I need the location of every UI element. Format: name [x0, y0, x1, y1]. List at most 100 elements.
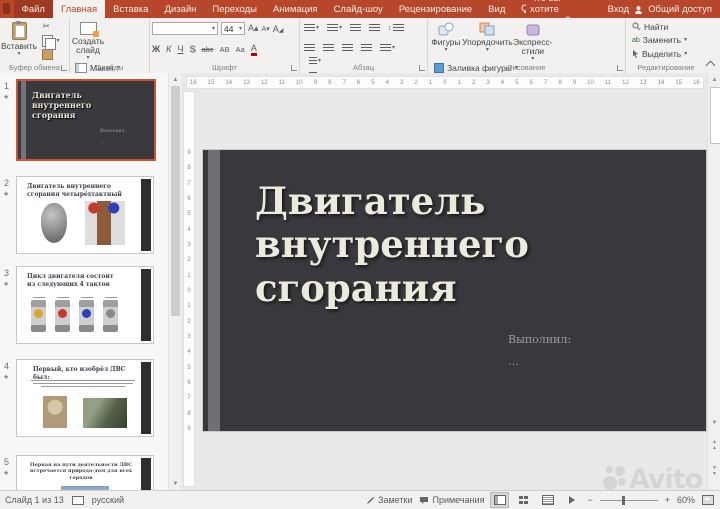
bullets-button[interactable]: ▾	[302, 23, 321, 34]
tab-file[interactable]: Файл	[13, 0, 53, 18]
align-center-button[interactable]	[321, 43, 336, 54]
zoom-out-button[interactable]: −	[587, 495, 592, 505]
notes-toggle[interactable]: Заметки	[366, 495, 412, 505]
justify-button[interactable]	[359, 43, 374, 54]
strikethrough-button[interactable]: abc	[201, 45, 213, 54]
zoom-slider-thumb[interactable]	[621, 495, 625, 505]
cut-button[interactable]: ✂	[42, 21, 50, 32]
line-spacing-button[interactable]: ↕	[386, 23, 406, 34]
slideshow-button[interactable]	[563, 493, 580, 507]
font-dialog-launcher[interactable]	[291, 65, 297, 71]
new-slide-button[interactable]: Создать слайд ▾	[72, 20, 104, 61]
character-spacing-button[interactable]: АВ	[220, 45, 230, 54]
status-bar: Слайд 1 из 13 русский Заметки Примечания…	[0, 490, 720, 509]
tab-transitions[interactable]: Переходы	[204, 0, 265, 18]
share-button[interactable]: Общий доступ	[648, 4, 712, 15]
slide-byline-value[interactable]: …	[508, 356, 520, 368]
decrease-font-button[interactable]: А▾	[262, 25, 270, 33]
thumbnail-scroll-up-icon[interactable]: ▲	[169, 74, 182, 85]
slide-sorter-button[interactable]	[515, 493, 532, 507]
main-scroll-down-icon[interactable]: ▼	[708, 417, 720, 428]
tab-insert[interactable]: Вставка	[105, 0, 156, 18]
next-slide-button[interactable]: ▼ ▼	[708, 465, 720, 478]
thumbnail-scrollbar[interactable]: ▲ ▼	[168, 73, 181, 490]
zoom-level[interactable]: 60%	[677, 495, 695, 505]
sign-in-button[interactable]: Вход	[608, 4, 630, 15]
indent-decrease-button[interactable]	[348, 23, 363, 34]
align-right-icon	[342, 43, 353, 53]
comments-toggle[interactable]: Примечания	[419, 495, 484, 505]
quick-styles-label: Экспресс-стили	[512, 37, 553, 56]
main-scrollbar-thumb[interactable]	[710, 87, 720, 144]
find-button[interactable]: Найти	[632, 20, 687, 33]
new-slide-icon	[79, 22, 99, 37]
paste-button[interactable]: Вставить ▾	[1, 20, 37, 61]
tab-home[interactable]: Главная	[52, 0, 106, 18]
tab-animations[interactable]: Анимация	[265, 0, 326, 18]
align-left-button[interactable]	[302, 43, 317, 54]
slide-5-dark-bar	[141, 458, 151, 490]
underline-button[interactable]: Ч	[177, 44, 183, 54]
clear-formatting-button[interactable]: А◢	[273, 24, 284, 34]
arrange-button[interactable]: Упорядочить ▾	[462, 20, 513, 61]
columns-caret-icon: ▾	[392, 45, 396, 51]
quick-styles-button[interactable]: Экспресс-стили ▾	[513, 21, 553, 62]
copy-button[interactable]	[42, 34, 57, 50]
tab-review[interactable]: Рецензирование	[391, 0, 480, 18]
zoom-slider[interactable]	[599, 495, 658, 505]
drawing-dialog-launcher[interactable]	[617, 65, 623, 71]
language-indicator[interactable]: русский	[92, 495, 124, 505]
zoom-in-button[interactable]: +	[665, 495, 670, 505]
previous-slide-button[interactable]: ▲ ▲	[708, 439, 720, 452]
tab-view[interactable]: Вид	[480, 0, 513, 18]
thumbnail-slide-2[interactable]: 2 ★ Двигатель внутреннего сгорания четыр…	[3, 176, 156, 254]
paragraph-dialog-launcher[interactable]	[419, 65, 425, 71]
change-case-button[interactable]: Аа	[236, 45, 245, 54]
thumbnail-slide-3[interactable]: 3 ★ Цикл двигателя состоит из следующих …	[3, 266, 156, 344]
thumbnail-scroll-down-icon[interactable]: ▼	[169, 478, 182, 489]
clipboard-dialog-launcher[interactable]	[61, 65, 67, 71]
align-right-button[interactable]	[340, 43, 355, 54]
slide-3-number: 3	[4, 268, 10, 278]
font-size-combo[interactable]: 44 ▾	[221, 22, 245, 35]
slide-canvas[interactable]: Двигатель внутреннего сгорания Выполнил:…	[203, 150, 706, 431]
columns-button[interactable]: ▾	[378, 43, 397, 54]
indent-increase-button[interactable]	[367, 23, 382, 34]
thumbnail-scrollbar-thumb[interactable]	[171, 86, 180, 316]
font-name-combo[interactable]: ▾	[152, 22, 218, 35]
fit-slide-button[interactable]	[702, 495, 714, 505]
tell-me-box[interactable]: Что вы хотите сделать?	[513, 0, 599, 26]
collapse-ribbon-button[interactable]	[705, 60, 716, 71]
increase-font-button[interactable]: А▴	[248, 23, 259, 34]
bold-button[interactable]: Ж	[152, 44, 160, 54]
select-label: Выделить	[642, 48, 682, 59]
normal-view-button[interactable]	[490, 492, 510, 508]
slide-byline-label[interactable]: Выполнил:	[508, 333, 571, 346]
slide-4-number: 4	[4, 361, 10, 371]
numbering-button[interactable]: ▾	[325, 23, 344, 34]
slide-2-dark-bar	[141, 179, 151, 251]
tab-design[interactable]: Дизайн	[156, 0, 204, 18]
line-spacing-icon: ↕	[388, 24, 392, 32]
main-scrollbar[interactable]: ▲ ▼ ▲ ▲ ▼ ▼	[707, 73, 720, 490]
select-button[interactable]: Выделить ▾	[632, 47, 687, 60]
lightbulb-icon	[521, 4, 527, 13]
new-slide-caret-icon: ▾	[86, 54, 90, 61]
slide-thumbnail-panel: 1 ★ Двигатель внутреннего сгорания Выпол…	[0, 73, 168, 490]
format-painter-button[interactable]	[42, 49, 54, 60]
thumbnail-slide-4[interactable]: 4 ★ Первый, кто изобрёл ДВС был:	[3, 359, 156, 437]
main-scroll-up-icon[interactable]: ▲	[708, 74, 720, 85]
text-shadow-button[interactable]: S	[189, 44, 195, 54]
font-color-button[interactable]: А	[250, 43, 257, 56]
replace-button[interactable]: ab Заменить ▾	[632, 34, 687, 47]
comments-icon	[420, 496, 429, 504]
reading-view-button[interactable]	[539, 493, 556, 507]
slide-1-dots: …	[100, 139, 105, 144]
thumbnail-slide-5[interactable]: 5 ★ Первая на пути деятельности ДВС встр…	[3, 455, 156, 490]
shapes-button[interactable]: Фигуры ▾	[430, 20, 462, 61]
display-settings-icon[interactable]	[71, 495, 84, 505]
thumbnail-slide-1[interactable]: 1 ★ Двигатель внутреннего сгорания Выпол…	[3, 79, 156, 161]
slide-title-textbox[interactable]: Двигатель внутреннего сгорания	[255, 179, 591, 310]
tab-slideshow[interactable]: Слайд-шоу	[326, 0, 391, 18]
italic-button[interactable]: К	[166, 44, 171, 54]
